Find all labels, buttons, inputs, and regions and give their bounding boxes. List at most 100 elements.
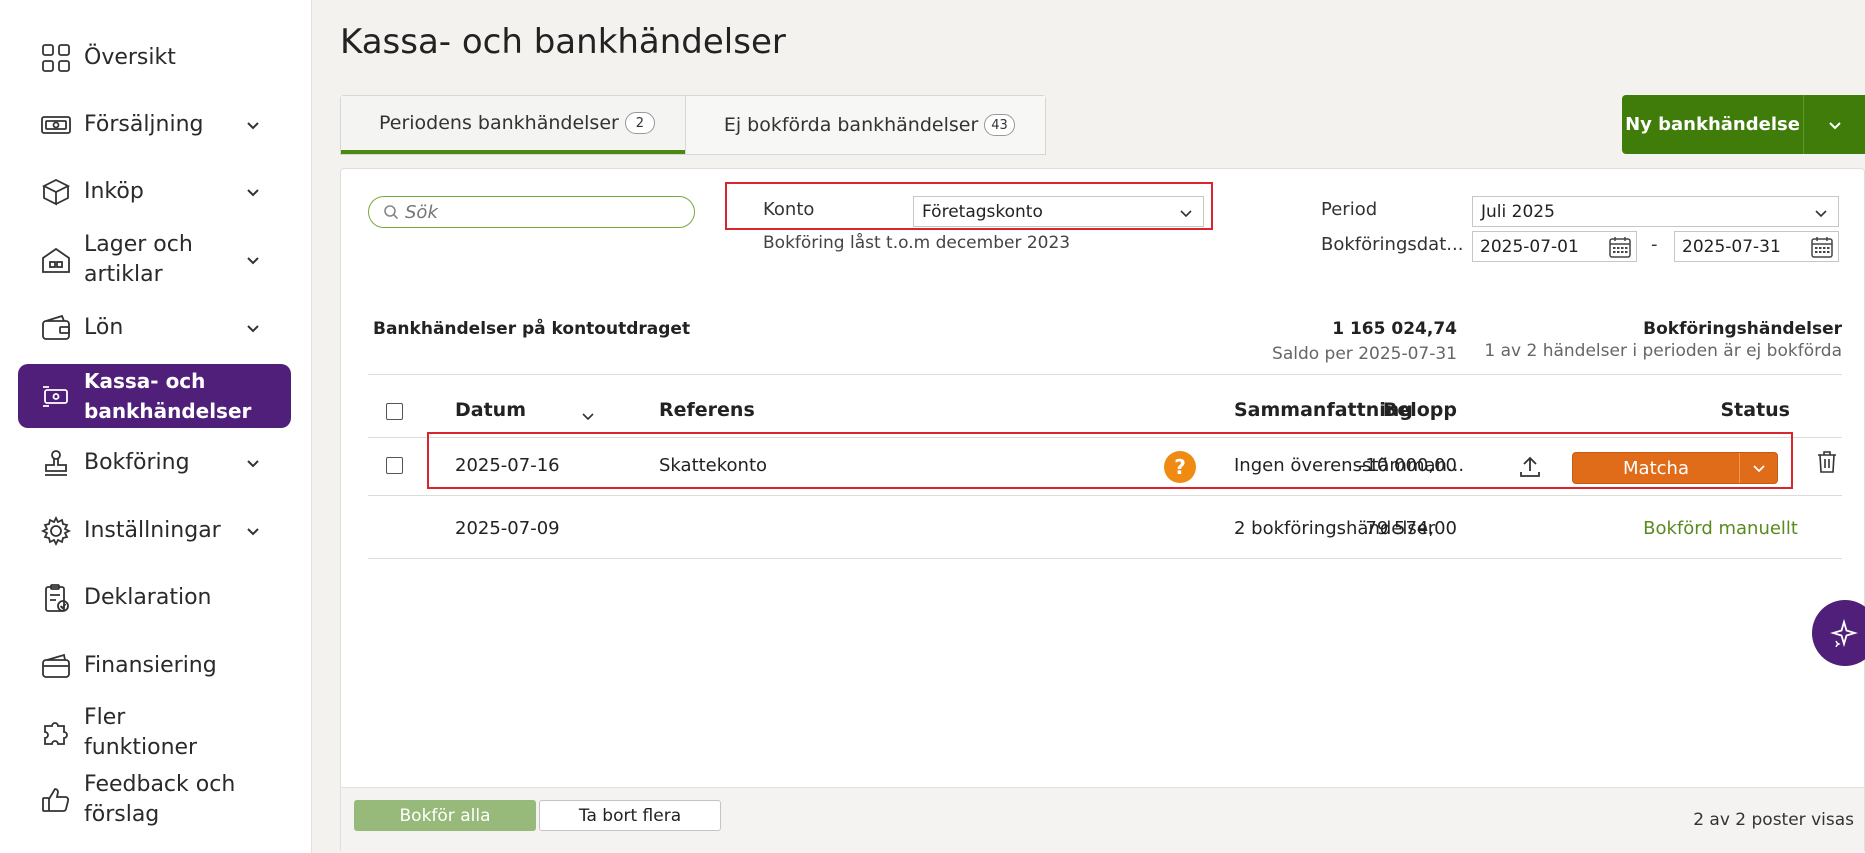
row-sammanfattning: 2 bokföringshändelser xyxy=(1234,518,1436,539)
clipboard-check-icon xyxy=(38,580,74,616)
matcha-dropdown-button[interactable] xyxy=(1740,453,1777,483)
matcha-button[interactable]: Matcha xyxy=(1573,453,1740,483)
trash-icon[interactable] xyxy=(1815,449,1839,475)
sidebar-item-label: Fler funktioner xyxy=(84,705,198,760)
grid-icon xyxy=(38,40,74,76)
sidebar-item-kassa-bank[interactable]: Kassa- och bankhändelser xyxy=(18,364,291,428)
money-exchange-icon xyxy=(38,378,74,414)
tab-count-badge: 2 xyxy=(624,112,655,134)
date-separator: - xyxy=(1651,234,1658,255)
sidebar-item-lager[interactable]: Lager och artiklar xyxy=(18,230,291,290)
sidebar-item-finansiering[interactable]: Finansiering xyxy=(18,646,291,686)
row-sammanfattning: Ingen överensstämman... xyxy=(1234,455,1465,476)
ta-bort-flera-button[interactable]: Ta bort flera xyxy=(539,800,721,831)
sidebar-item-label: Inställningar xyxy=(84,518,221,543)
date-to-field[interactable]: 2025-07-31 xyxy=(1674,231,1839,262)
chevron-down-icon[interactable] xyxy=(245,184,261,200)
search-field[interactable] xyxy=(368,196,695,228)
tab-periodens-bankhandelser[interactable]: Periodens bankhändelser 2 xyxy=(341,96,685,154)
row-datum: 2025-07-16 xyxy=(455,455,560,476)
summary-amount: 1 165 024,74 xyxy=(1332,319,1457,339)
sidebar-item-forsaljning[interactable]: Försäljning xyxy=(18,105,291,145)
footer-count: 2 av 2 poster visas xyxy=(1693,810,1854,830)
calendar-icon[interactable] xyxy=(1608,235,1632,259)
chevron-down-icon xyxy=(1828,121,1841,129)
wallet-icon xyxy=(38,310,74,346)
konto-select-value: Företagskonto xyxy=(922,201,1043,222)
new-bank-event-split-button: Ny bankhändelse xyxy=(1622,95,1865,154)
panel-footer: Bokför alla Ta bort flera 2 av 2 poster … xyxy=(341,787,1864,853)
row-checkbox[interactable] xyxy=(386,457,403,474)
date-from-value: 2025-07-01 xyxy=(1480,236,1579,257)
period-select[interactable]: Juli 2025 xyxy=(1472,196,1839,227)
col-status: Status xyxy=(1720,399,1790,421)
tab-bar: Periodens bankhändelser 2 Ej bokförda ba… xyxy=(340,95,1046,155)
page-title: Kassa- och bankhändelser xyxy=(340,22,786,62)
col-datum[interactable]: Datum xyxy=(455,399,526,421)
sort-chevron-icon[interactable] xyxy=(581,409,595,423)
summary-title: Bankhändelser på kontoutdraget xyxy=(373,319,691,339)
cash-icon xyxy=(38,107,74,143)
sidebar-item-label: Bokföring xyxy=(84,450,190,475)
sparkle-icon xyxy=(1830,619,1858,647)
period-select-value: Juli 2025 xyxy=(1481,201,1555,222)
select-all-checkbox[interactable] xyxy=(386,403,403,420)
chevron-down-icon[interactable] xyxy=(245,320,261,336)
divider xyxy=(368,374,1842,375)
matcha-split-button: Matcha xyxy=(1572,452,1778,484)
puzzle-icon xyxy=(38,715,74,751)
sidebar-item-bokforing[interactable]: Bokföring xyxy=(18,443,291,483)
sidebar-item-label: Feedback och förslag xyxy=(84,772,236,827)
sidebar: Översikt Försäljning Inköp Lager och art… xyxy=(0,0,312,853)
sidebar-item-label: Lön xyxy=(84,315,124,340)
sidebar-item-installningar[interactable]: Inställningar xyxy=(18,511,291,551)
question-icon[interactable]: ? xyxy=(1164,451,1196,483)
row-datum: 2025-07-09 xyxy=(455,518,560,539)
box-icon xyxy=(38,174,74,210)
sidebar-item-label: Kassa- och bankhändelser xyxy=(84,369,252,423)
bank-events-panel: Konto Företagskonto Bokföring låst t.o.m… xyxy=(340,168,1865,853)
sidebar-item-inkop[interactable]: Inköp xyxy=(18,172,291,212)
stamp-icon xyxy=(38,445,74,481)
sidebar-item-lon[interactable]: Lön xyxy=(18,308,291,348)
sidebar-item-label: Översikt xyxy=(84,45,176,70)
bokfor-alla-button[interactable]: Bokför alla xyxy=(354,800,536,831)
sidebar-item-label: Lager och artiklar xyxy=(84,232,193,287)
new-bank-event-dropdown-button[interactable] xyxy=(1804,95,1865,154)
summary-saldo: Saldo per 2025-07-31 xyxy=(1272,344,1457,364)
chevron-down-icon[interactable] xyxy=(245,455,261,471)
sidebar-item-label: Finansiering xyxy=(84,653,217,678)
chevron-down-icon[interactable] xyxy=(245,252,261,268)
col-referens[interactable]: Referens xyxy=(659,399,755,421)
tab-label: Periodens bankhändelser xyxy=(379,112,619,134)
sidebar-item-feedback[interactable]: Feedback och förslag xyxy=(18,770,291,830)
divider xyxy=(368,558,1842,559)
chevron-down-icon xyxy=(1180,210,1192,218)
konto-label: Konto xyxy=(763,199,815,220)
chevron-down-icon[interactable] xyxy=(245,117,261,133)
new-bank-event-button[interactable]: Ny bankhändelse xyxy=(1622,95,1804,154)
konto-select[interactable]: Företagskonto xyxy=(913,196,1204,227)
sidebar-item-fler-funktioner[interactable]: Fler funktioner xyxy=(18,705,291,760)
calendar-icon[interactable] xyxy=(1810,235,1834,259)
chevron-down-icon[interactable] xyxy=(245,523,261,539)
bokforingshandelser-title: Bokföringshändelser xyxy=(1643,319,1842,339)
sidebar-item-deklaration[interactable]: Deklaration xyxy=(18,578,291,618)
sidebar-item-label: Deklaration xyxy=(84,585,212,610)
search-input[interactable] xyxy=(405,201,675,223)
date-from-field[interactable]: 2025-07-01 xyxy=(1472,231,1637,262)
search-icon xyxy=(384,205,399,220)
tab-ej-bokforda[interactable]: Ej bokförda bankhändelser 43 xyxy=(684,96,1045,154)
sidebar-item-oversikt[interactable]: Översikt xyxy=(18,38,291,78)
upload-icon[interactable] xyxy=(1517,454,1543,480)
tab-label: Ej bokförda bankhändelser xyxy=(723,114,979,136)
card-wallet-icon xyxy=(38,648,74,684)
sidebar-item-label: Försäljning xyxy=(84,112,204,137)
gear-icon xyxy=(38,513,74,549)
thumbs-up-icon xyxy=(38,782,74,818)
status-bokford-manuellt[interactable]: Bokförd manuellt xyxy=(1643,518,1798,539)
row-referens: Skattekonto xyxy=(659,455,768,476)
bokforingsdatum-label: Bokföringsdat... xyxy=(1321,234,1464,255)
period-label: Period xyxy=(1321,199,1378,220)
divider xyxy=(368,495,1842,496)
